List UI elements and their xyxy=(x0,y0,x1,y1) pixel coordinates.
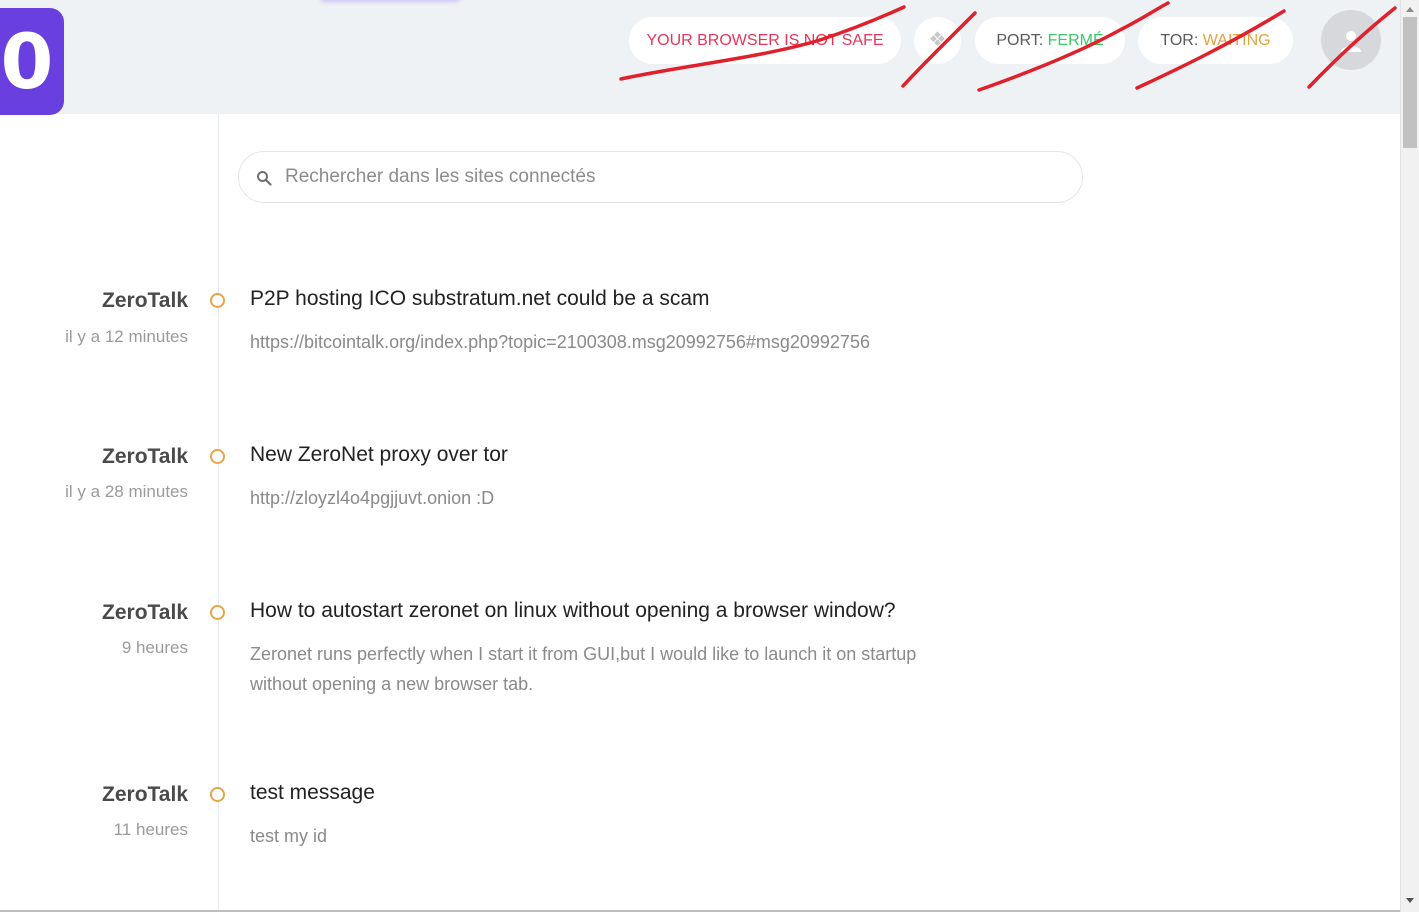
feed-site-name[interactable]: ZeroTalk xyxy=(102,289,188,313)
port-value: FERMÉ xyxy=(1047,32,1104,49)
zeronet-logo[interactable]: 0 xyxy=(0,8,64,115)
user-icon xyxy=(1341,31,1361,52)
tor-status-badge[interactable]: TOR: WAITING xyxy=(1138,17,1293,64)
timeline-dot xyxy=(210,449,225,464)
port-status-badge[interactable]: PORT: FERMÉ xyxy=(975,17,1125,64)
browser-warning-text: YOUR BROWSER IS NOT SAFE xyxy=(646,32,884,49)
feed-body: test my id xyxy=(250,826,328,846)
feed-title[interactable]: How to autostart zeronet on linux withou… xyxy=(250,599,896,623)
feed-site-name[interactable]: ZeroTalk xyxy=(102,783,188,807)
feed-body: http://zloyzl4o4pgjjuvt.onion :D xyxy=(250,488,495,508)
feed-body: Zeronet runs perfectly when I start it f… xyxy=(250,644,917,694)
feed-title[interactable]: P2P hosting ICO substratum.net could be … xyxy=(250,287,710,311)
diamond-button[interactable]: ❖ xyxy=(914,17,961,64)
timeline-dot xyxy=(210,605,225,620)
feed-time: 11 heures xyxy=(113,820,188,839)
feed-site-name[interactable]: ZeroTalk xyxy=(102,445,188,469)
diamond-icon: ❖ xyxy=(928,29,947,51)
vertical-scrollbar[interactable] xyxy=(1400,0,1419,912)
user-menu-button[interactable] xyxy=(1321,10,1381,70)
scroll-down-arrow-icon[interactable] xyxy=(1406,898,1414,903)
search-input[interactable] xyxy=(283,153,1063,201)
search-bar[interactable] xyxy=(238,151,1083,203)
search-icon xyxy=(257,171,272,186)
top-header: YOUR BROWSER IS NOT SAFE ❖ PORT: FERMÉ T… xyxy=(0,0,1400,114)
browser-warning-badge[interactable]: YOUR BROWSER IS NOT SAFE xyxy=(629,17,901,64)
zeronet-dashboard: YOUR BROWSER IS NOT SAFE ❖ PORT: FERMÉ T… xyxy=(0,0,1419,912)
feed-title[interactable]: New ZeroNet proxy over tor xyxy=(250,443,508,467)
timeline-dot xyxy=(210,787,225,802)
tor-label: TOR: xyxy=(1160,32,1199,49)
port-label: PORT: xyxy=(996,32,1044,49)
feed-title[interactable]: test message xyxy=(250,781,375,805)
feed-time: 9 heures xyxy=(121,638,188,657)
tor-value: WAITING xyxy=(1202,32,1271,49)
scrollbar-thumb[interactable] xyxy=(1403,17,1417,148)
logo-text: 0 xyxy=(0,17,54,106)
timeline-dot xyxy=(210,293,225,308)
feed-time: il y a 28 minutes xyxy=(65,482,188,501)
feed-body: https://bitcointalk.org/index.php?topic=… xyxy=(250,332,870,352)
header-highlight xyxy=(320,0,460,2)
feed-time: il y a 12 minutes xyxy=(65,327,188,346)
scroll-up-arrow-icon[interactable] xyxy=(1406,7,1414,12)
feed-site-name[interactable]: ZeroTalk xyxy=(102,601,188,625)
